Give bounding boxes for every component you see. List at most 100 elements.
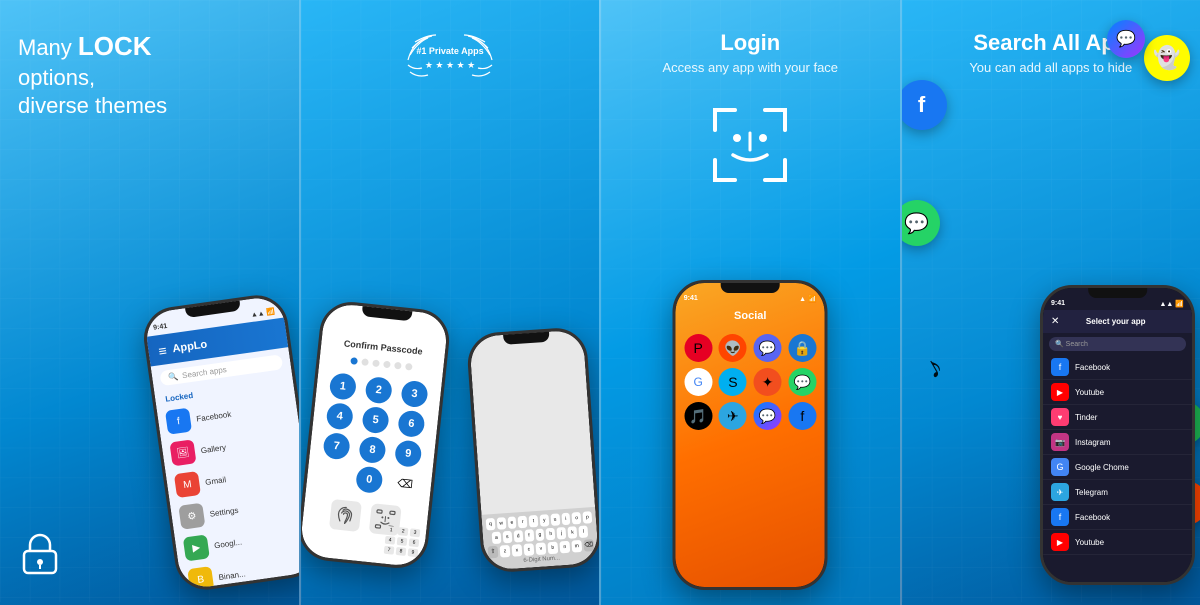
phone-mockup-keyboard: q w e r t y u i o p a <box>466 326 599 574</box>
num-7[interactable]: 7 <box>322 432 351 461</box>
app-whatsapp: 💬 <box>788 368 816 396</box>
close-btn[interactable]: ✕ <box>1051 316 1059 327</box>
floating-tiktok: ♪ <box>919 350 949 387</box>
app-icon-gmail: M <box>173 471 200 498</box>
panel-4-header: Search All App You can add all apps to h… <box>969 30 1132 75</box>
phone-mockup-passcode: Confirm Passcode 1 2 3 4 5 <box>299 299 452 571</box>
key: o <box>572 512 582 525</box>
panel-3-header: Login Access any app with your face <box>662 30 838 75</box>
key: q <box>486 518 496 531</box>
social-apps-grid: P 👽 💬 🔒 G S ✦ 💬 <box>676 326 825 438</box>
backspace-btn[interactable]: ⌫ <box>390 469 419 498</box>
menu-icon: ≡ <box>157 342 167 359</box>
floating-snapchat: 👻 <box>1144 35 1190 81</box>
key: j <box>557 527 567 540</box>
key: ⇧ <box>488 546 499 559</box>
app-icon-play: ▶ <box>182 534 209 561</box>
key: y <box>540 514 550 527</box>
key: p <box>583 511 593 524</box>
floating-messages: 💬 <box>900 200 940 246</box>
app-skype: S <box>719 368 747 396</box>
app-icon: ♥ <box>1051 408 1069 426</box>
list-item: f Facebook <box>1043 355 1192 380</box>
list-item: 📷 Instagram <box>1043 430 1192 455</box>
dot <box>383 361 391 369</box>
dot <box>350 357 358 365</box>
list-item: G Google Chome <box>1043 455 1192 480</box>
app-reddit: 👽 <box>719 334 747 362</box>
key: k <box>568 526 578 539</box>
num-empty <box>319 462 348 491</box>
select-app-screen: 9:41 ▲▲ 📶 ✕ Select your app 🔍 Search f <box>1043 288 1192 582</box>
list-item: ♥ Tinder <box>1043 405 1192 430</box>
num-9[interactable]: 9 <box>393 439 422 468</box>
num-4[interactable]: 4 <box>325 402 354 431</box>
panel-private-apps: #1 Private Apps ★ ★ ★ ★ ★ q w e r t <box>299 0 600 605</box>
app-icon: ✈ <box>1051 483 1069 501</box>
key: u <box>550 513 560 526</box>
app-icon-facebook: f <box>164 408 191 435</box>
panel-1-headline: Many LOCK options, diverse themes <box>18 30 167 121</box>
social-label: Social <box>676 306 825 326</box>
key: s <box>502 531 512 544</box>
badge-text: #1 Private Apps <box>416 46 483 56</box>
phone-mockup-1: 9:41 ▲▲ 📶 ≡ AppLo 🔍 Search apps Locked f… <box>139 291 298 593</box>
phone-mockup-select-app: 9:41 ▲▲ 📶 ✕ Select your app 🔍 Search f <box>1040 285 1195 585</box>
key: z <box>500 545 511 558</box>
app-discord: 💬 <box>754 334 782 362</box>
search-field[interactable]: 🔍 Search <box>1049 337 1186 351</box>
key: m <box>571 540 582 553</box>
list-item: ▶ Youtube <box>1043 530 1192 555</box>
key: t <box>529 515 539 528</box>
num-5[interactable]: 5 <box>361 406 390 435</box>
num-6[interactable]: 6 <box>397 410 426 439</box>
dot <box>404 363 412 371</box>
app-pinterest: P <box>684 334 712 362</box>
key: c <box>524 543 535 556</box>
list-item: ▶ Youtube <box>1043 380 1192 405</box>
key: r <box>518 516 528 529</box>
list-item: ✈ Telegram <box>1043 480 1192 505</box>
num-3[interactable]: 3 <box>400 380 429 409</box>
key: b <box>547 542 558 555</box>
app-icon: f <box>1051 508 1069 526</box>
app-icon: f <box>1051 358 1069 376</box>
panel-lock-options: Many LOCK options, diverse themes 9:41 ▲… <box>0 0 299 605</box>
key: x <box>512 544 523 557</box>
key: l <box>579 525 589 538</box>
key: d <box>513 530 523 543</box>
app-list-screen: 9:41 ▲▲ 📶 ≡ AppLo 🔍 Search apps Locked f… <box>143 295 299 591</box>
select-app-header: ✕ Select your app <box>1043 310 1192 333</box>
lock-icon-container <box>18 531 62 580</box>
num-2[interactable]: 2 <box>364 376 393 405</box>
dot <box>372 359 380 367</box>
num-8[interactable]: 8 <box>358 436 387 465</box>
app-icon-settings: ⚙ <box>178 503 205 530</box>
app-icon: 📷 <box>1051 433 1069 451</box>
dot <box>394 362 402 370</box>
key: n <box>559 541 570 554</box>
passcode-screen: Confirm Passcode 1 2 3 4 5 <box>299 302 449 568</box>
panel-login: Login Access any app with your face <box>599 0 900 605</box>
app-screenshots-container: Many LOCK options, diverse themes 9:41 ▲… <box>0 0 1200 605</box>
num-0[interactable]: 0 <box>355 465 384 494</box>
key: f <box>524 529 534 542</box>
app-applock: 🔒 <box>788 334 816 362</box>
key: ⌫ <box>583 539 594 552</box>
key: e <box>507 516 517 529</box>
phone-notch <box>720 283 780 293</box>
keyboard-screen: q w e r t y u i o p a <box>469 329 599 570</box>
numpad: 1 2 3 4 5 6 7 8 9 0 ⌫ <box>306 371 441 499</box>
app-icon-binance: B <box>187 566 214 590</box>
app-facebook: f <box>788 402 816 430</box>
num-1[interactable]: 1 <box>328 372 357 401</box>
key: a <box>492 532 502 545</box>
app-tiktok: 🎵 <box>684 402 712 430</box>
search-icon: 🔍 <box>167 372 178 382</box>
app-icon: ▶ <box>1051 533 1069 551</box>
app-icon-gallery: 🖼 <box>169 439 196 466</box>
list-item: f Facebook <box>1043 505 1192 530</box>
stars-text: ★ ★ ★ ★ ★ <box>425 60 475 70</box>
key: g <box>535 528 545 541</box>
badge-container: #1 Private Apps ★ ★ ★ ★ ★ <box>400 20 500 105</box>
